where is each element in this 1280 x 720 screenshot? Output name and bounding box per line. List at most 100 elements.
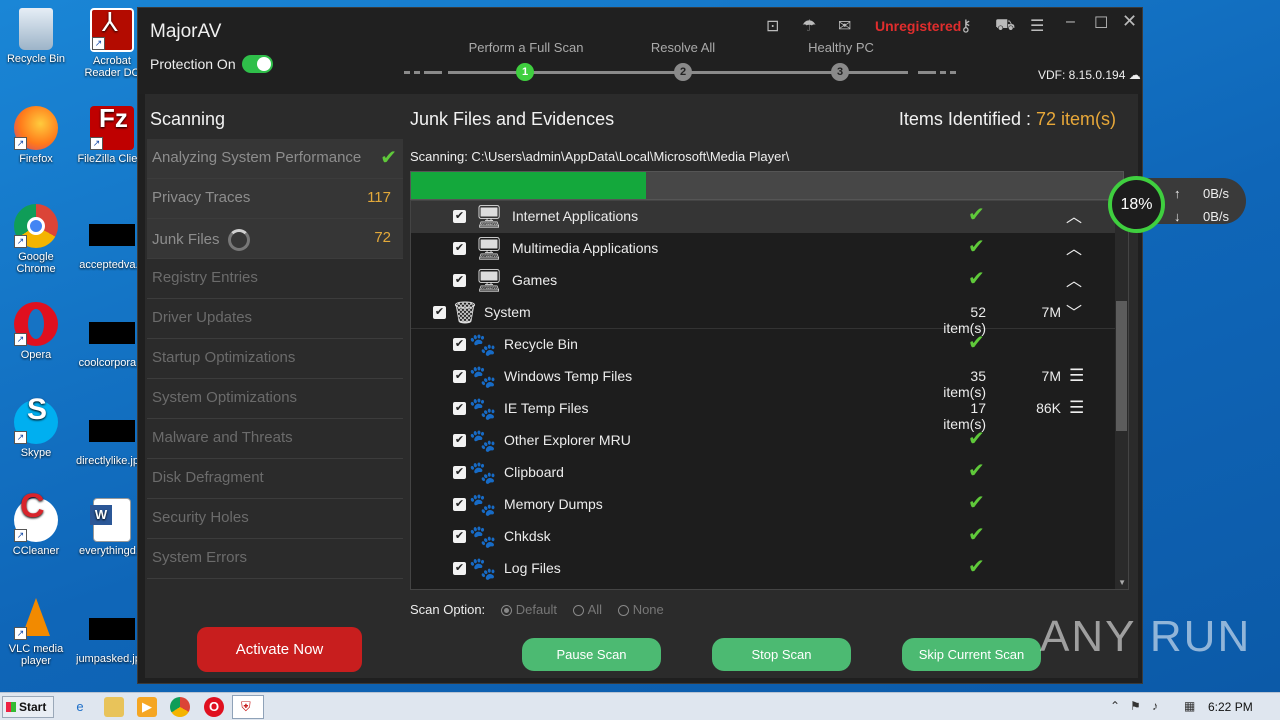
- list-item-log-files[interactable]: ✔ 🐾 Log Files ✔: [411, 553, 1116, 585]
- checkbox[interactable]: ✔: [453, 530, 466, 543]
- maximize-icon[interactable]: ☐: [1094, 13, 1108, 33]
- list-item-recycle-bin[interactable]: ✔ 🐾 Recycle Bin ✔: [411, 329, 1116, 361]
- category-count: 72: [374, 229, 391, 246]
- activate-now-button[interactable]: Activate Now: [197, 627, 362, 672]
- pause-scan-button[interactable]: Pause Scan: [522, 638, 661, 671]
- firefox-icon: ↗: [14, 106, 58, 150]
- check-icon: ✔: [968, 332, 985, 354]
- scrollbar-thumb[interactable]: [1116, 301, 1127, 431]
- desktop-icon-skype[interactable]: S ↗ Skype: [0, 395, 72, 459]
- close-icon[interactable]: ✕: [1122, 11, 1137, 32]
- media-player-icon[interactable]: ▶: [137, 697, 157, 717]
- desktop-icon-chrome[interactable]: ↗ Google Chrome: [0, 204, 72, 275]
- network-icon[interactable]: ▦: [1184, 699, 1195, 713]
- category-security-holes[interactable]: Security Holes: [147, 499, 403, 539]
- checkbox[interactable]: ✔: [453, 210, 466, 223]
- list-item-multimedia-applications[interactable]: ✔ 🖥 Multimedia Applications ✔ ︿: [411, 233, 1116, 265]
- category-junk-files[interactable]: Junk Files 72: [147, 219, 403, 259]
- junk-items-list: ✔ 🖥 Internet Applications ✔ ︿ ✔ 🖥 Multim…: [410, 200, 1129, 590]
- checkbox[interactable]: ✔: [453, 498, 466, 511]
- scanning-heading: Scanning: [150, 109, 226, 129]
- details-list-icon[interactable]: ☰: [1069, 398, 1084, 418]
- monitor-search-icon[interactable]: ⊡: [766, 16, 779, 36]
- category-system-errors[interactable]: System Errors: [147, 539, 403, 579]
- radio-default[interactable]: [500, 605, 512, 617]
- chrome-taskbar-icon[interactable]: [170, 697, 190, 717]
- volume-icon[interactable]: ♪: [1152, 699, 1158, 713]
- umbrella-icon[interactable]: ☂: [802, 16, 816, 36]
- unregistered-label[interactable]: Unregistered: [875, 18, 961, 34]
- file-thumbnail-icon: [89, 618, 135, 640]
- category-privacy-traces[interactable]: Privacy Traces 117: [147, 179, 403, 219]
- list-item-system[interactable]: ✔ 🗑 System 52 item(s) 7M ﹀: [411, 297, 1116, 336]
- explorer-folder-icon[interactable]: [104, 697, 124, 717]
- protection-toggle[interactable]: [242, 55, 273, 73]
- category-disk-defragment[interactable]: Disk Defragment: [147, 459, 403, 499]
- trash-icon: 🗑: [451, 300, 479, 325]
- details-list-icon[interactable]: ☰: [1069, 366, 1084, 386]
- radio-all[interactable]: [572, 605, 584, 617]
- chevron-up-icon[interactable]: ︿: [1066, 235, 1082, 259]
- minimize-icon[interactable]: –: [1066, 13, 1075, 31]
- desktop-icon-firefox[interactable]: ↗ Firefox: [0, 106, 72, 165]
- scroll-down-arrow-icon[interactable]: ▼: [1118, 578, 1126, 587]
- category-label: System Errors: [152, 549, 248, 566]
- items-identified-count: 72 item(s): [1035, 109, 1116, 129]
- list-item-windows-temp-files[interactable]: ✔ 🐾 Windows Temp Files 35 item(s) 7M ☰: [411, 361, 1116, 400]
- list-item-chkdsk[interactable]: ✔ 🐾 Chkdsk ✔: [411, 521, 1116, 553]
- category-label: Malware and Threats: [152, 429, 293, 446]
- flag-icon[interactable]: ⚑: [1130, 699, 1141, 713]
- menu-icon[interactable]: ☰: [1030, 16, 1044, 36]
- list-item-other-explorer-mru[interactable]: ✔ 🐾 Other Explorer MRU ✔: [411, 425, 1116, 457]
- desktop-icon-vlc[interactable]: ↗ VLC media player: [0, 596, 72, 667]
- checkbox[interactable]: ✔: [453, 242, 466, 255]
- category-system-optimizations[interactable]: System Optimizations: [147, 379, 403, 419]
- list-item-memory-dumps[interactable]: ✔ 🐾 Memory Dumps ✔: [411, 489, 1116, 521]
- check-icon: ✔: [968, 428, 985, 450]
- paw-icon: 🐾: [469, 492, 497, 517]
- checkbox[interactable]: ✔: [453, 370, 466, 383]
- checkbox[interactable]: ✔: [453, 274, 466, 287]
- desktop-icon-ccleaner[interactable]: C ↗ CCleaner: [0, 489, 72, 557]
- loading-spinner-icon: [227, 229, 250, 251]
- category-driver-updates[interactable]: Driver Updates: [147, 299, 403, 339]
- progress-dash: [404, 71, 410, 74]
- checkbox[interactable]: ✔: [453, 338, 466, 351]
- desktop-icon-recycle-bin[interactable]: Recycle Bin: [0, 8, 72, 65]
- checkbox[interactable]: ✔: [453, 402, 466, 415]
- list-item-internet-applications[interactable]: ✔ 🖥 Internet Applications ✔ ︿: [411, 201, 1116, 233]
- chevron-up-icon[interactable]: ︿: [1066, 267, 1082, 291]
- checkbox[interactable]: ✔: [453, 466, 466, 479]
- tray-expand-icon[interactable]: ⌃: [1110, 699, 1120, 713]
- checkbox[interactable]: ✔: [453, 562, 466, 575]
- anyrun-watermark: ANY RUN: [1040, 612, 1252, 661]
- list-item-clipboard[interactable]: ✔ 🐾 Clipboard ✔: [411, 457, 1116, 489]
- chevron-up-icon[interactable]: ︿: [1066, 203, 1082, 227]
- ie-icon[interactable]: e: [70, 697, 90, 717]
- checkbox[interactable]: ✔: [433, 306, 446, 319]
- desktop-icon-opera[interactable]: ↗ Opera: [0, 302, 72, 361]
- stop-scan-button[interactable]: Stop Scan: [712, 638, 851, 671]
- checkbox[interactable]: ✔: [453, 434, 466, 447]
- list-item-ie-temp-files[interactable]: ✔ 🐾 IE Temp Files 17 item(s) 86K ☰: [411, 393, 1116, 432]
- radio-none[interactable]: [617, 605, 629, 617]
- category-malware-and-threats[interactable]: Malware and Threats: [147, 419, 403, 459]
- category-label: Registry Entries: [152, 269, 258, 286]
- opera-taskbar-icon[interactable]: O: [204, 697, 224, 717]
- item-label: IE Temp Files: [504, 400, 589, 416]
- key-icon[interactable]: ⚷: [960, 16, 972, 36]
- mail-icon[interactable]: ✉: [838, 16, 851, 36]
- skip-current-scan-button[interactable]: Skip Current Scan: [902, 638, 1041, 671]
- progress-dash: [424, 71, 442, 74]
- category-startup-optimizations[interactable]: Startup Optimizations: [147, 339, 403, 379]
- clock[interactable]: 6:22 PM: [1208, 700, 1253, 714]
- chevron-down-icon[interactable]: ﹀: [1066, 299, 1082, 323]
- cpu-percent-gauge[interactable]: 18%: [1108, 176, 1165, 233]
- cart-icon[interactable]: ⛟: [995, 16, 1015, 36]
- list-scrollbar[interactable]: ▲ ▼: [1115, 201, 1128, 589]
- category-registry-entries[interactable]: Registry Entries: [147, 259, 403, 299]
- list-item-games[interactable]: ✔ 🖥 Games ✔ ︿: [411, 265, 1116, 297]
- start-button[interactable]: Start: [2, 696, 54, 718]
- category-analyzing-system-performance[interactable]: Analyzing System Performance ✔: [147, 139, 403, 179]
- majorav-taskbar-button[interactable]: ⛨: [232, 695, 264, 719]
